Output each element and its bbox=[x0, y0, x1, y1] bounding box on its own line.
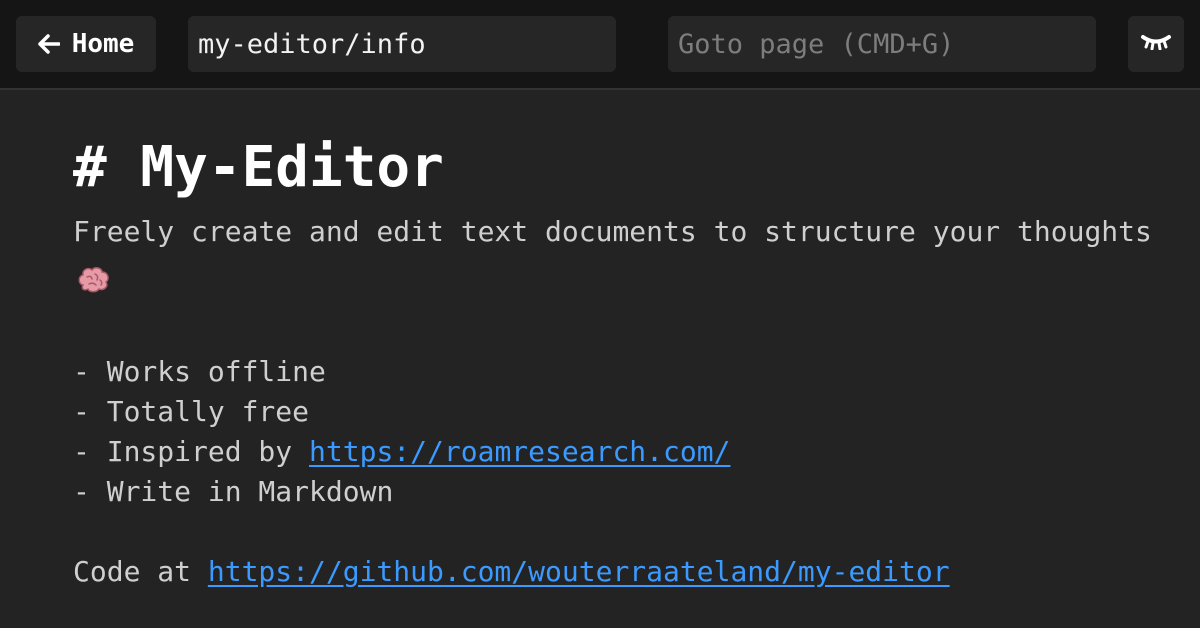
code-location: Code at https://github.com/wouterraatela… bbox=[73, 555, 950, 588]
editor-area[interactable]: # My-Editor Freely create and edit text … bbox=[73, 128, 1153, 592]
home-label: Home bbox=[71, 29, 135, 59]
arrow-left-icon bbox=[37, 34, 60, 54]
home-button[interactable]: Home bbox=[16, 16, 156, 72]
list-item: - Write in Markdown bbox=[73, 475, 394, 508]
brain-icon bbox=[77, 260, 111, 308]
goto-page-input[interactable] bbox=[668, 16, 1096, 72]
eye-closed-icon bbox=[1141, 34, 1171, 54]
list-item: - Inspired by https://roamresearch.com/ bbox=[73, 435, 731, 468]
toggle-visibility-button[interactable] bbox=[1128, 16, 1184, 72]
github-link[interactable]: https://github.com/wouterraateland/my-ed… bbox=[208, 555, 950, 588]
feature-list: - Works offline - Totally free - Inspire… bbox=[73, 352, 1153, 512]
list-item: - Totally free bbox=[73, 395, 310, 428]
description-text: Freely create and edit text documents to… bbox=[73, 215, 1152, 248]
page-path-input[interactable] bbox=[188, 16, 616, 72]
document-description: Freely create and edit text documents to… bbox=[73, 208, 1153, 308]
roamresearch-link[interactable]: https://roamresearch.com/ bbox=[309, 435, 730, 468]
top-bar: Home bbox=[0, 0, 1200, 90]
list-item: - Works offline bbox=[73, 355, 326, 388]
document-title: # My-Editor bbox=[73, 135, 444, 200]
